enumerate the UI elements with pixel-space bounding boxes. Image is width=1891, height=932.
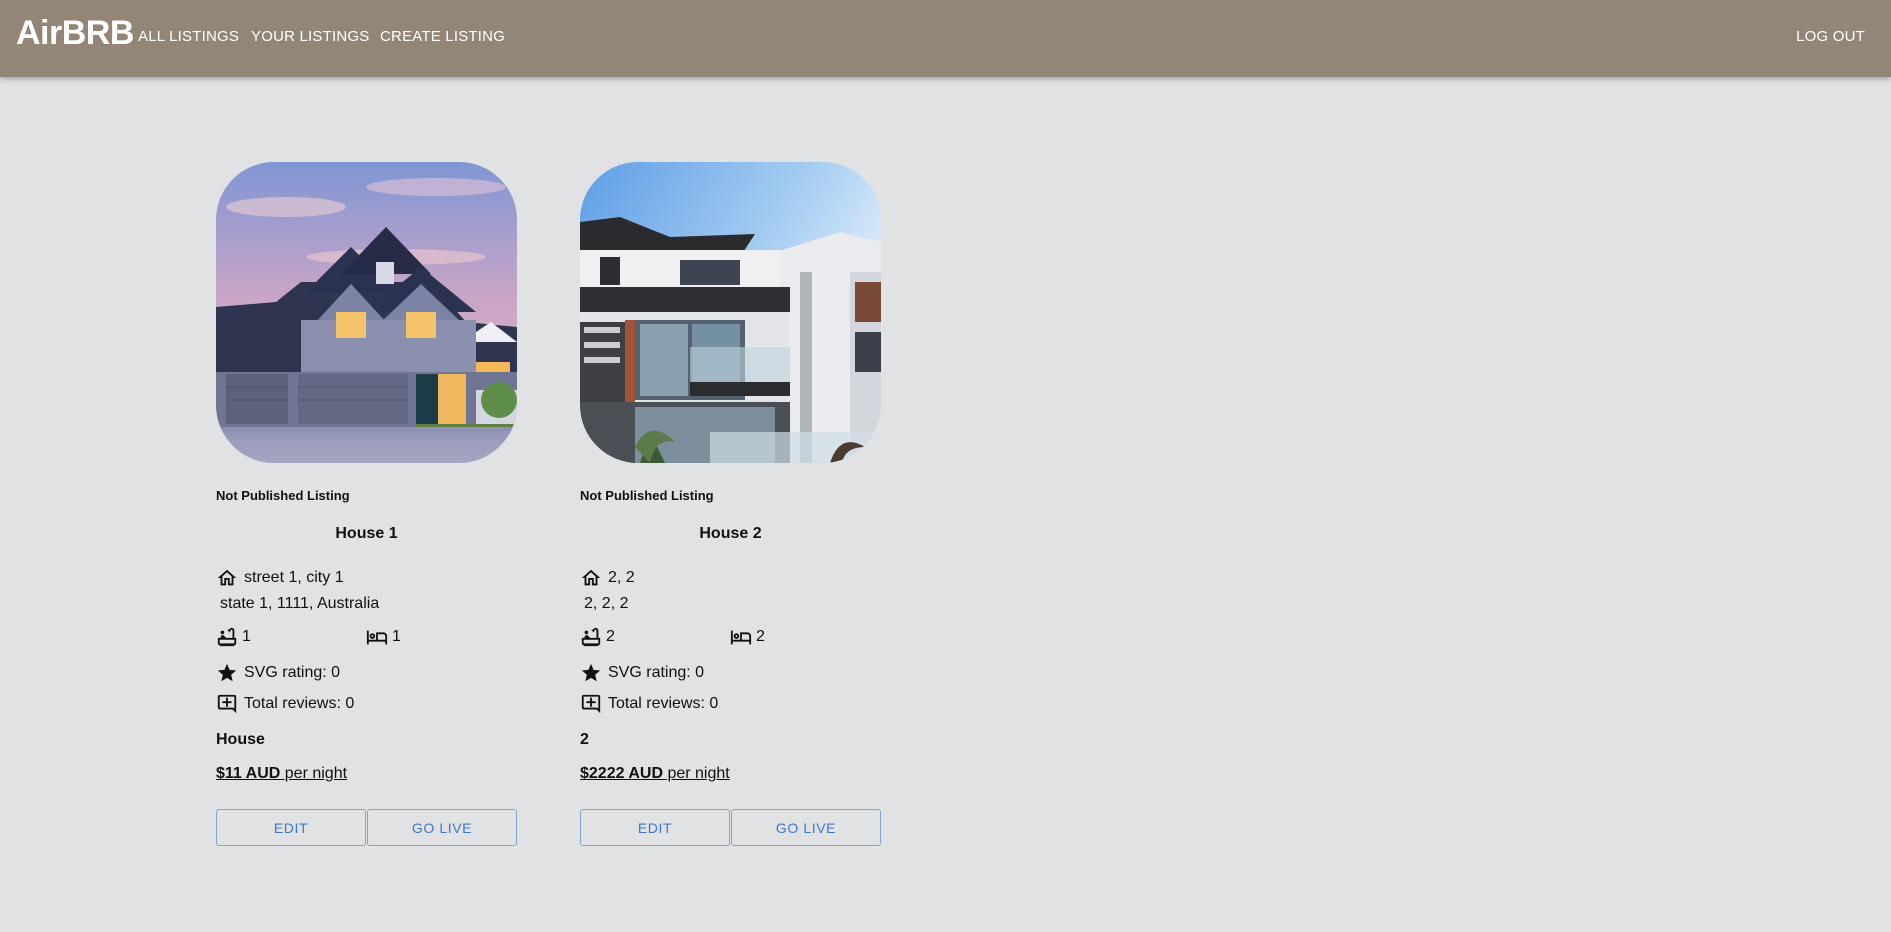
star-icon	[581, 663, 601, 682]
nav-all-listings[interactable]: ALL LISTINGS	[138, 28, 239, 45]
reviews: Total reviews: 0	[580, 693, 718, 715]
address-line-2: state 1, 1111, Australia	[220, 595, 380, 612]
property-type: House	[216, 731, 265, 748]
listing-status: Not Published Listing	[216, 488, 350, 503]
rating-text: SVG rating: 0	[244, 664, 341, 681]
add-comment-icon	[581, 694, 601, 714]
listing-price: $11 AUD per night	[216, 765, 347, 783]
listing-thumbnail	[580, 162, 881, 463]
rooms-row: 1 1	[216, 626, 517, 650]
bathrooms-count: 1	[242, 628, 251, 645]
add-comment-icon	[217, 694, 237, 714]
bathrooms: 2	[580, 626, 615, 648]
edit-button[interactable]: EDIT	[580, 809, 730, 846]
app-header: AirBRB ALL LISTINGS YOUR LISTINGS CREATE…	[0, 0, 1891, 77]
brand-logo[interactable]: AirBRB	[16, 14, 134, 53]
address-line-1: 2, 2	[580, 567, 635, 589]
rooms-row: 2 2	[580, 626, 881, 650]
reviews: Total reviews: 0	[216, 693, 354, 715]
bathrooms: 1	[216, 626, 251, 648]
home-icon	[217, 569, 237, 586]
price-suffix: per night	[280, 765, 348, 782]
bathtub-icon	[217, 627, 237, 647]
bedrooms: 2	[730, 626, 765, 648]
bed-icon	[730, 630, 752, 645]
reviews-text: Total reviews: 0	[244, 695, 355, 712]
rating: SVG rating: 0	[216, 662, 340, 684]
bed-icon	[366, 630, 388, 645]
go-live-button[interactable]: GO LIVE	[367, 809, 517, 846]
listing-price: $2222 AUD per night	[580, 765, 730, 783]
price-amount: $11 AUD	[216, 765, 281, 782]
edit-button[interactable]: EDIT	[216, 809, 366, 846]
listing-thumbnail	[216, 162, 517, 463]
listing-card: Not Published Listing House 2 2, 2 2, 2,…	[580, 162, 881, 846]
card-actions: EDIT GO LIVE	[216, 809, 517, 846]
listing-title: House 1	[335, 525, 398, 542]
bathtub-icon	[581, 627, 601, 647]
home-icon	[581, 569, 601, 586]
address-line-1-text: street 1, city 1	[244, 569, 344, 586]
nav-create-listing[interactable]: CREATE LISTING	[380, 28, 505, 45]
card-actions: EDIT GO LIVE	[580, 809, 881, 846]
rating-text: SVG rating: 0	[608, 664, 705, 681]
bathrooms-count: 2	[606, 628, 615, 645]
go-live-button[interactable]: GO LIVE	[731, 809, 881, 846]
address-line-1: street 1, city 1	[216, 567, 344, 589]
bedrooms: 1	[366, 626, 401, 648]
address-line-2: 2, 2, 2	[584, 595, 629, 612]
listing-card: Not Published Listing House 1 street 1, …	[216, 162, 517, 846]
listing-title: House 2	[699, 525, 762, 542]
listing-status: Not Published Listing	[580, 488, 714, 503]
reviews-text: Total reviews: 0	[608, 695, 719, 712]
nav-your-listings[interactable]: YOUR LISTINGS	[251, 28, 369, 45]
price-amount: $2222 AUD	[580, 765, 664, 782]
bedrooms-count: 2	[756, 628, 765, 645]
address-line-1-text: 2, 2	[608, 569, 635, 586]
bedrooms-count: 1	[392, 628, 401, 645]
star-icon	[217, 663, 237, 682]
logout-button[interactable]: LOG OUT	[1796, 28, 1865, 45]
price-suffix: per night	[663, 765, 730, 782]
property-type: 2	[580, 731, 589, 748]
rating: SVG rating: 0	[580, 662, 704, 684]
